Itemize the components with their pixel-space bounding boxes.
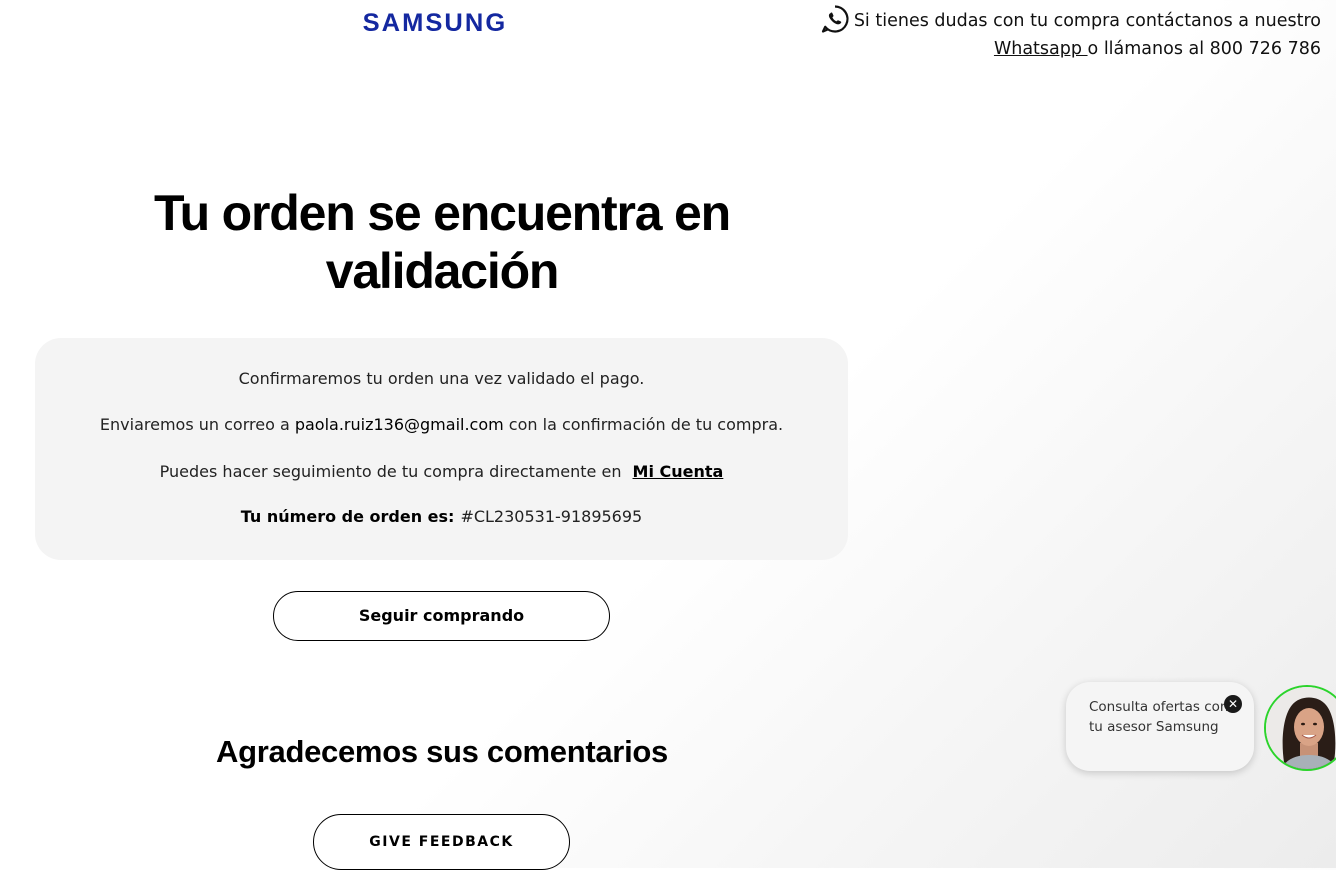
chat-bubble[interactable]: Consulta ofertas con tu asesor Samsung ✕ <box>1066 682 1254 771</box>
feedback-title: Agradecemos sus comentarios <box>216 734 668 769</box>
advisor-avatar-icon[interactable] <box>1264 685 1336 771</box>
my-account-link[interactable]: Mi Cuenta <box>633 462 724 481</box>
chat-bubble-text: Consulta ofertas con tu asesor Samsung <box>1089 699 1229 735</box>
give-feedback-button[interactable]: GIVE FEEDBACK <box>313 814 570 870</box>
tracking-notice: Puedes hacer seguimiento de tu compra di… <box>35 462 848 481</box>
order-number: #CL230531-91895695 <box>460 507 643 526</box>
contact-text-1: Si tienes dudas con tu compra contáctano… <box>853 11 1321 31</box>
order-info-card: Confirmaremos tu orden una vez validado … <box>35 338 848 560</box>
order-number-row: Tu número de orden es: #CL230531-91895695 <box>35 507 848 526</box>
tracking-notice-text: Puedes hacer seguimiento de tu compra di… <box>159 462 627 481</box>
close-icon[interactable]: ✕ <box>1224 695 1242 713</box>
page-title: Tu orden se encuentra en validación <box>154 185 731 299</box>
email-notice-prefix: Enviaremos un correo a <box>99 415 295 434</box>
continue-shopping-button[interactable]: Seguir comprando <box>273 591 610 641</box>
contact-info: Si tienes dudas con tu compra contáctano… <box>801 4 1321 63</box>
samsung-logo[interactable]: SAMSUNG <box>363 9 508 38</box>
confirmation-text: Confirmaremos tu orden una vez validado … <box>238 369 645 388</box>
email-notice: Enviaremos un correo a paola.ruiz136@gma… <box>35 415 848 434</box>
contact-text-2: o llámanos al 800 726 786 <box>1087 39 1321 59</box>
email-notice-suffix: con la confirmación de tu compra. <box>503 415 784 434</box>
whatsapp-icon <box>820 4 850 34</box>
customer-email: paola.ruiz136@gmail.com <box>294 415 504 434</box>
order-number-label: Tu número de orden es: <box>240 507 455 526</box>
whatsapp-link[interactable]: Whatsapp <box>994 39 1088 59</box>
